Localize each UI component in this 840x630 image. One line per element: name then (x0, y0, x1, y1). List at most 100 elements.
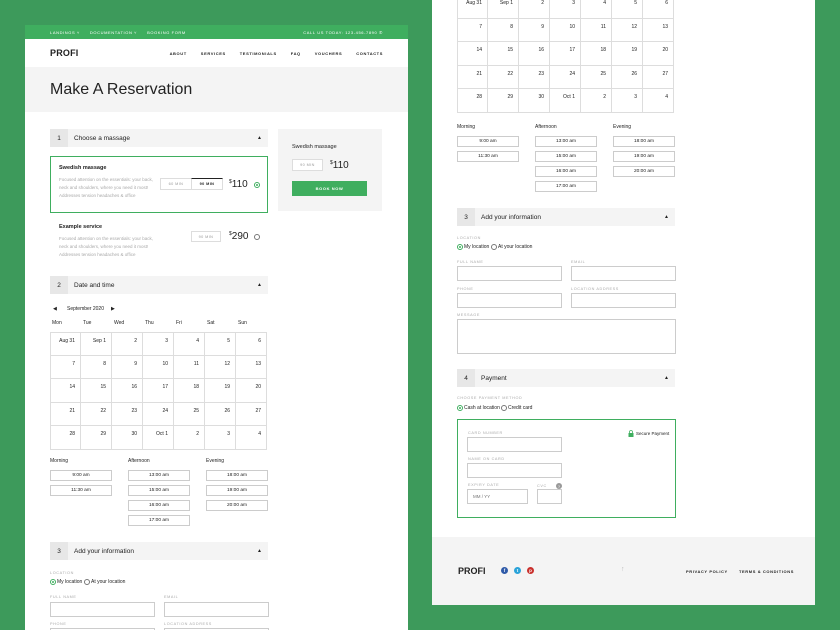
time-slot[interactable]: 18:00 am (613, 136, 675, 147)
calendar-day[interactable]: 4 (174, 332, 205, 356)
calendar-day[interactable]: 4 (236, 426, 267, 450)
time-slot[interactable]: 13:00 am (535, 136, 597, 147)
calendar-day[interactable]: 19 (205, 379, 236, 403)
chevron-up-icon[interactable]: ▲ (257, 135, 262, 141)
calendar-day[interactable]: 4 (581, 0, 612, 19)
calendar-day[interactable]: 19 (612, 42, 643, 66)
calendar-day[interactable]: 27 (643, 65, 674, 89)
footer-logo[interactable]: PROFI (458, 566, 486, 576)
at-your-location-radio[interactable] (84, 579, 90, 585)
cash-radio[interactable] (457, 405, 463, 411)
chevron-up-icon[interactable]: ▲ (257, 282, 262, 288)
credit-card-radio[interactable] (501, 405, 507, 411)
calendar-day[interactable]: 9 (519, 18, 550, 42)
calendar-day[interactable]: 7 (457, 18, 488, 42)
menu-item-contacts[interactable]: CONTACTS (356, 51, 383, 56)
calendar-day[interactable]: 24 (550, 65, 581, 89)
message-textarea[interactable] (457, 319, 676, 354)
privacy-policy-link[interactable]: PRIVACY POLICY (686, 569, 728, 574)
time-slot[interactable]: 16:00 am (128, 500, 190, 511)
calendar-day[interactable]: 15 (488, 42, 519, 66)
calendar-day[interactable]: 11 (174, 355, 205, 379)
calendar-day[interactable]: 6 (236, 332, 267, 356)
time-slot[interactable]: 16:00 am (535, 166, 597, 177)
calendar-day[interactable]: 4 (643, 89, 674, 113)
calendar-day[interactable]: 16 (112, 379, 143, 403)
email-field[interactable] (164, 602, 269, 617)
calendar-day[interactable]: 20 (643, 42, 674, 66)
time-slot[interactable]: 9:00 am (457, 136, 519, 147)
calendar-day[interactable]: 27 (236, 402, 267, 426)
duration-90-option[interactable]: 90 MIN (191, 231, 221, 242)
calendar-day[interactable]: 2 (581, 89, 612, 113)
calendar-day[interactable]: Oct 1 (550, 89, 581, 113)
time-slot[interactable]: 17:00 am (535, 181, 597, 192)
time-slot[interactable]: 11:30 am (457, 151, 519, 162)
massage-radio[interactable] (254, 234, 260, 240)
calendar-day[interactable]: 16 (519, 42, 550, 66)
calendar-day[interactable]: 12 (205, 355, 236, 379)
time-slot[interactable]: 15:00 am (535, 151, 597, 162)
chevron-up-icon[interactable]: ▲ (664, 214, 669, 220)
calendar-day[interactable]: Aug 31 (50, 332, 81, 356)
calendar-day[interactable]: 18 (174, 379, 205, 403)
calendar-day[interactable]: 8 (488, 18, 519, 42)
calendar-day[interactable]: 2 (174, 426, 205, 450)
calendar-day[interactable]: Oct 1 (143, 426, 174, 450)
calendar-day[interactable]: 30 (112, 426, 143, 450)
calendar-day[interactable]: 26 (612, 65, 643, 89)
location-address-field[interactable] (571, 293, 676, 308)
phone-field[interactable] (457, 293, 562, 308)
calendar-day[interactable]: 23 (519, 65, 550, 89)
calendar-day[interactable]: 20 (236, 379, 267, 403)
calendar-day[interactable]: 18 (581, 42, 612, 66)
duration-90-option[interactable]: 90 MIN (191, 178, 223, 190)
terms-link[interactable]: TERMS & CONDITIONS (739, 569, 794, 574)
nav-booking-form[interactable]: BOOKING FORM (147, 30, 186, 35)
expiry-field[interactable]: MM / YY (467, 489, 528, 504)
calendar-day[interactable]: 30 (519, 89, 550, 113)
calendar-day[interactable]: 24 (143, 402, 174, 426)
time-slot[interactable]: 19:00 am (613, 151, 675, 162)
pinterest-icon[interactable]: p (527, 567, 534, 574)
calendar-day[interactable]: 5 (612, 0, 643, 19)
nav-documentation[interactable]: DOCUMENTATION ˅ (90, 30, 137, 35)
nav-landings[interactable]: LANDINGS ˅ (50, 30, 80, 35)
calendar-day[interactable]: 28 (50, 426, 81, 450)
book-now-button[interactable]: BOOK NOW (292, 181, 367, 196)
calendar-day[interactable]: 14 (457, 42, 488, 66)
chevron-up-icon[interactable]: ▲ (257, 548, 262, 554)
calendar-day[interactable]: 23 (112, 402, 143, 426)
name-on-card-field[interactable] (467, 463, 562, 478)
calendar-day[interactable]: 3 (205, 426, 236, 450)
at-your-location-radio[interactable] (491, 244, 497, 250)
calendar-day[interactable]: Sep 1 (488, 0, 519, 19)
brand-logo[interactable]: PROFI (50, 48, 79, 58)
time-slot[interactable]: 20:00 am (613, 166, 675, 177)
calendar-day[interactable]: 8 (81, 355, 112, 379)
calendar-day[interactable]: 21 (50, 402, 81, 426)
calendar-day[interactable]: Aug 31 (457, 0, 488, 19)
prev-month-icon[interactable]: ◀ (53, 306, 57, 312)
calendar-day[interactable]: 6 (643, 0, 674, 19)
section-payment[interactable]: 4 Payment ▲ (457, 369, 675, 387)
menu-item-about[interactable]: ABOUT (170, 51, 187, 56)
calendar-day[interactable]: 22 (81, 402, 112, 426)
calendar-day[interactable]: 22 (488, 65, 519, 89)
full-name-field[interactable] (50, 602, 155, 617)
menu-item-testimonials[interactable]: TESTIMONIALS (240, 51, 277, 56)
time-slot[interactable]: 17:00 am (128, 515, 190, 526)
calendar-day[interactable]: 26 (205, 402, 236, 426)
section-add-info[interactable]: 3 Add your information ▲ (50, 542, 268, 560)
calendar-day[interactable]: 29 (81, 426, 112, 450)
calendar-day[interactable]: 21 (457, 65, 488, 89)
calendar-day[interactable]: 28 (457, 89, 488, 113)
duration-60-option[interactable]: 60 MIN (160, 178, 192, 190)
cvc-field[interactable] (537, 489, 562, 504)
facebook-icon[interactable]: f (501, 567, 508, 574)
time-slot[interactable]: 11:30 am (50, 485, 112, 496)
menu-item-vouchers[interactable]: VOUCHERS (315, 51, 342, 56)
twitter-icon[interactable]: t (514, 567, 521, 574)
menu-item-faq[interactable]: FAQ (291, 51, 301, 56)
my-location-radio[interactable] (457, 244, 463, 250)
